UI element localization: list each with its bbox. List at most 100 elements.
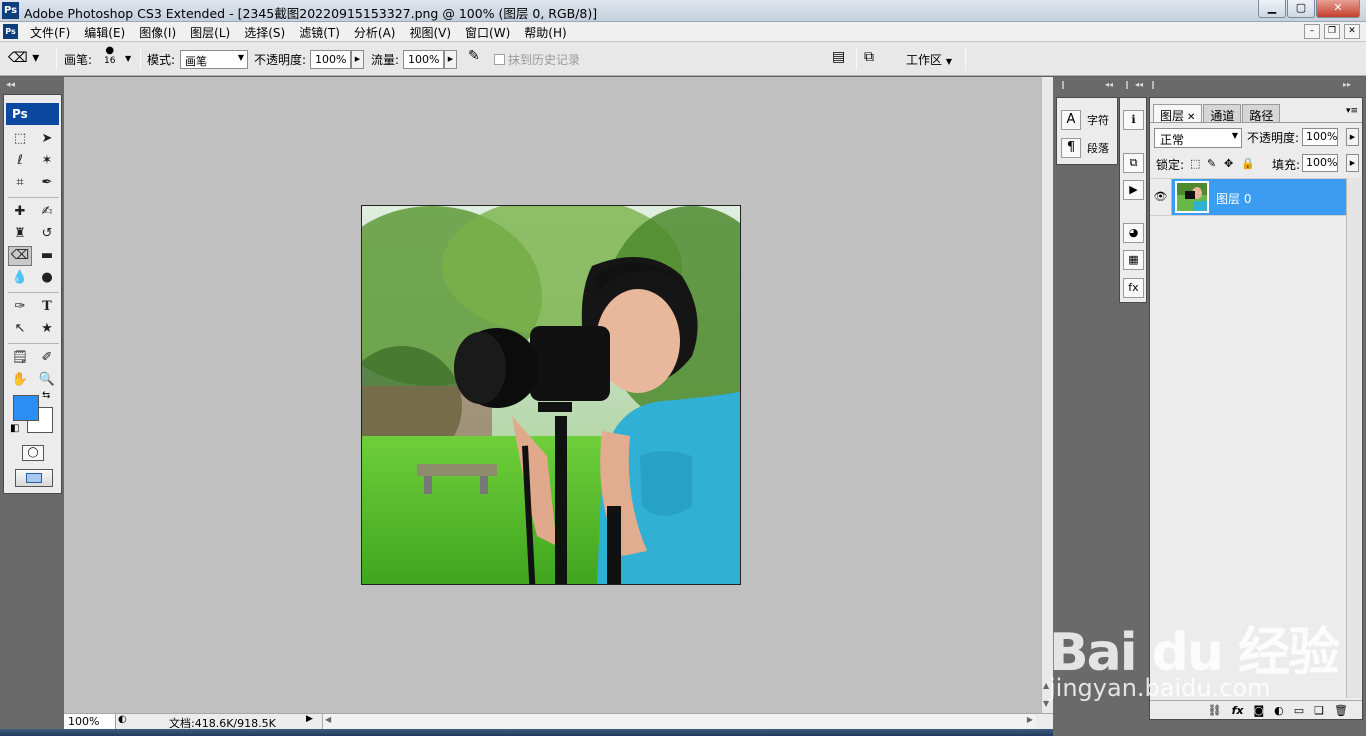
dock-grip-icon[interactable]: ‖: [1061, 80, 1065, 89]
workspace-menu[interactable]: 工作区 ▼: [906, 51, 952, 68]
lock-all-icon[interactable]: 🔒: [1241, 157, 1255, 170]
blend-mode-select[interactable]: 正常 ▼: [1154, 128, 1242, 148]
scroll-down-icon[interactable]: ▼: [1043, 699, 1049, 708]
lasso-icon[interactable]: ℓ: [8, 151, 32, 171]
fill-input[interactable]: 100%: [1302, 154, 1338, 172]
shape-icon[interactable]: ★: [35, 319, 59, 339]
quick-mask-icon[interactable]: ◯: [22, 445, 44, 461]
adjustment-layer-icon[interactable]: ◐: [1274, 704, 1284, 717]
eraser-tool-preset-icon[interactable]: ⌫ ▾: [8, 50, 39, 66]
info-icon[interactable]: ℹ: [1123, 110, 1144, 130]
menu-view[interactable]: 视图(V): [409, 24, 451, 41]
doc-minimize-icon[interactable]: –: [1304, 24, 1320, 39]
menu-select[interactable]: 选择(S): [244, 24, 285, 41]
menu-file[interactable]: 文件(F): [30, 24, 70, 41]
styles-icon[interactable]: fx: [1123, 278, 1144, 298]
status-menu-arrow-icon[interactable]: ▶: [306, 714, 313, 724]
opacity-input[interactable]: 100%: [310, 50, 351, 69]
lock-transparent-icon[interactable]: ⬚: [1190, 157, 1200, 170]
flow-input[interactable]: 100%: [403, 50, 444, 69]
layer-name[interactable]: 图层 0: [1216, 190, 1251, 207]
layer-opacity-slider-icon[interactable]: ▶: [1346, 128, 1359, 146]
eraser-icon[interactable]: ⌫: [8, 246, 32, 266]
eyedropper-icon[interactable]: ✐: [35, 348, 59, 368]
clone-stamp-icon[interactable]: ♜: [8, 224, 32, 244]
document-image[interactable]: [361, 205, 741, 585]
scroll-left-icon[interactable]: ◀: [325, 715, 331, 724]
crop-icon[interactable]: ⌗: [8, 173, 32, 193]
opacity-slider-icon[interactable]: ▶: [351, 50, 364, 69]
layer-row[interactable]: 👁 图层 0: [1150, 178, 1346, 216]
menu-filter[interactable]: 滤镜(T): [299, 24, 340, 41]
panel-menu-icon[interactable]: ▾≡: [1346, 106, 1358, 116]
palette-well-icon[interactable]: ▤: [832, 49, 845, 65]
collapse-dock-icon[interactable]: ◂◂: [1105, 80, 1113, 89]
delete-layer-icon[interactable]: 🗑: [1334, 704, 1348, 717]
close-icon[interactable]: ✕: [1316, 0, 1360, 18]
horizontal-scrollbar[interactable]: ◀ ▶: [322, 714, 1035, 729]
brush-icon[interactable]: ✍: [35, 202, 59, 222]
swap-colors-icon[interactable]: ⇆: [42, 390, 50, 401]
tab-channels[interactable]: 通道: [1203, 104, 1242, 123]
notes-icon[interactable]: 🗒: [8, 348, 32, 368]
screen-mode-icon[interactable]: [15, 469, 53, 487]
healing-brush-icon[interactable]: ✚: [8, 202, 32, 222]
fill-slider-icon[interactable]: ▶: [1346, 154, 1359, 172]
foreground-color-swatch[interactable]: [13, 395, 39, 421]
magic-wand-icon[interactable]: ✶: [35, 151, 59, 171]
photoshop-menu-icon[interactable]: Ps: [3, 24, 18, 39]
doc-restore-icon[interactable]: ❐: [1324, 24, 1340, 39]
type-icon[interactable]: T: [35, 297, 59, 317]
link-layers-icon[interactable]: ⛓: [1208, 704, 1222, 717]
scroll-up-icon[interactable]: ▲: [1043, 681, 1049, 690]
airbrush-icon[interactable]: ✎: [468, 48, 480, 64]
swatches-icon[interactable]: ▦: [1123, 250, 1144, 270]
tab-paths[interactable]: 路径: [1242, 104, 1281, 123]
doc-close-icon[interactable]: ✕: [1344, 24, 1360, 39]
marquee-icon[interactable]: ⬚: [8, 129, 32, 149]
history-brush-icon[interactable]: ↺: [35, 224, 59, 244]
menu-analysis[interactable]: 分析(A): [354, 24, 396, 41]
scroll-right-icon[interactable]: ▶: [1027, 715, 1033, 724]
layer-opacity-input[interactable]: 100%: [1302, 128, 1338, 146]
add-mask-icon[interactable]: ◙: [1253, 704, 1264, 717]
collapse-dock-icon[interactable]: ◂◂: [1135, 80, 1143, 89]
tab-layers[interactable]: 图层 ✕: [1153, 104, 1203, 123]
layers-scrollbar[interactable]: [1346, 178, 1361, 698]
new-group-icon[interactable]: ▭: [1294, 704, 1304, 717]
flow-slider-icon[interactable]: ▶: [444, 50, 457, 69]
slice-icon[interactable]: ✒: [35, 173, 59, 193]
new-layer-icon[interactable]: ❏: [1314, 704, 1324, 717]
paragraph-panel-button[interactable]: ¶ 段落: [1061, 138, 1109, 158]
canvas-area[interactable]: [64, 77, 1041, 713]
lock-position-icon[interactable]: ✥: [1224, 157, 1233, 170]
dock-grip-icon[interactable]: ‖: [1151, 80, 1155, 89]
gradient-icon[interactable]: ▬: [35, 246, 59, 266]
color-palette-icon[interactable]: ◕: [1123, 223, 1144, 243]
expand-dock-icon[interactable]: ▸▸: [1343, 80, 1351, 89]
minimize-icon[interactable]: ▁: [1258, 0, 1286, 18]
zoom-level-field[interactable]: 100%: [64, 714, 116, 729]
dock-grip-icon[interactable]: ‖: [1125, 80, 1129, 89]
move-icon[interactable]: ➤: [35, 129, 59, 149]
erase-to-history-checkbox[interactable]: 抹到历史记录: [494, 51, 580, 68]
layer-comps-icon[interactable]: ⧉: [1123, 153, 1144, 173]
mode-select[interactable]: 画笔 ▼: [180, 50, 248, 69]
path-selection-icon[interactable]: ↖: [8, 319, 32, 339]
menu-edit[interactable]: 编辑(E): [84, 24, 125, 41]
collapse-toolbox-icon[interactable]: ◂◂: [6, 80, 15, 90]
bridge-icon[interactable]: ⧉: [864, 49, 874, 65]
brush-dropdown-icon[interactable]: ▼: [125, 54, 131, 63]
lock-image-icon[interactable]: ✎: [1207, 157, 1216, 170]
pen-icon[interactable]: ✑: [8, 297, 32, 317]
dodge-icon[interactable]: ●: [35, 268, 59, 288]
maximize-icon[interactable]: ▢: [1287, 0, 1315, 18]
brush-picker[interactable]: ● 16: [104, 46, 115, 67]
eye-icon[interactable]: 👁: [1150, 179, 1172, 215]
menu-help[interactable]: 帮助(H): [524, 24, 566, 41]
hand-icon[interactable]: ✋: [8, 370, 32, 390]
menu-window[interactable]: 窗口(W): [465, 24, 510, 41]
menu-image[interactable]: 图像(I): [139, 24, 176, 41]
default-colors-icon[interactable]: ◧: [10, 423, 19, 434]
actions-icon[interactable]: ▶: [1123, 180, 1144, 200]
